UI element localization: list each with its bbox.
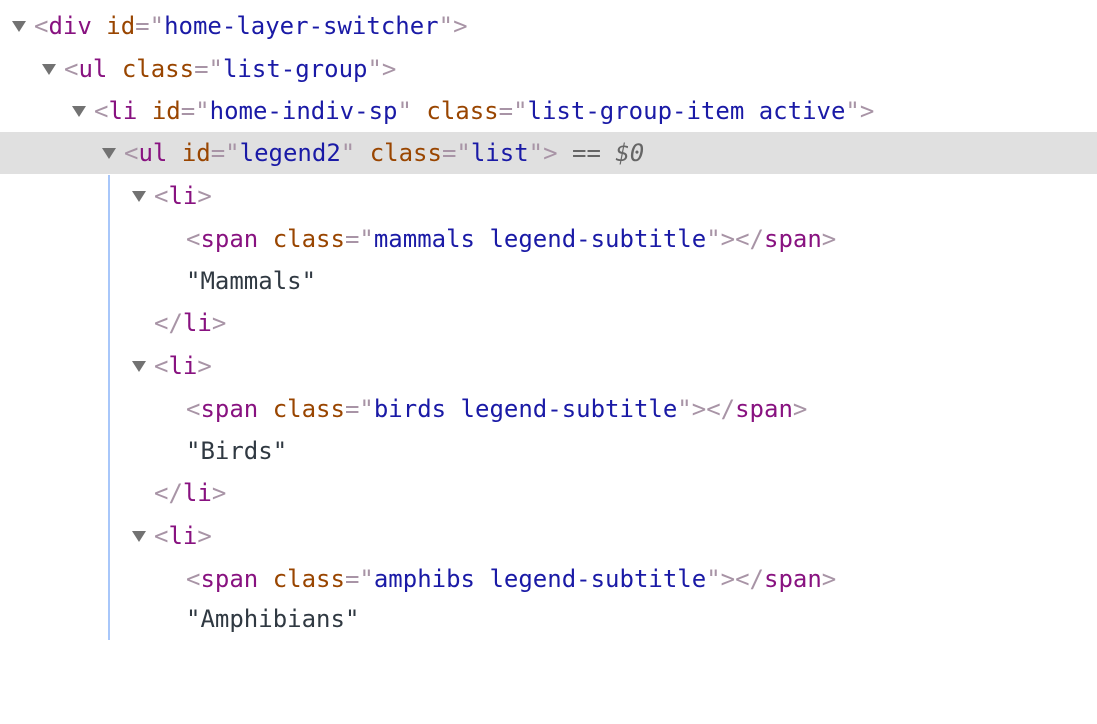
tag-name: li [168, 522, 198, 550]
tree-node-span-birds[interactable]: <span class="birds legend-subtitle"></sp… [0, 388, 1097, 430]
tree-node-ul-legend2-selected[interactable]: <ul id="legend2" class="list"> == $0 [0, 132, 1097, 174]
triangle-down-icon[interactable] [72, 106, 86, 117]
tree-node-li-home-indiv-sp[interactable]: <li id="home-indiv-sp" class="list-group… [0, 90, 1097, 132]
triangle-down-icon[interactable] [102, 148, 116, 159]
node-markup: <li id="home-indiv-sp" class="list-group… [94, 97, 875, 125]
triangle-down-icon[interactable] [132, 361, 146, 372]
tag-name: div [48, 12, 92, 40]
attr-value[interactable]: home-layer-switcher [164, 12, 439, 40]
attr-name: id [181, 139, 211, 167]
attr-name: class [369, 139, 442, 167]
tree-text-node[interactable]: "Birds" [0, 430, 1097, 472]
triangle-down-icon[interactable] [42, 64, 56, 75]
tag-name: li [168, 182, 198, 210]
node-markup: <ul class="list-group"> [64, 55, 397, 83]
tree-node-li[interactable]: <li> [0, 175, 1097, 217]
tree-node-close-li[interactable]: </li> [0, 472, 1097, 514]
triangle-down-icon[interactable] [132, 531, 146, 542]
triangle-down-icon[interactable] [12, 21, 26, 32]
attr-name: id [151, 97, 181, 125]
node-markup: <li> [154, 352, 212, 380]
tree-node-ul-list-group[interactable]: <ul class="list-group"> [0, 48, 1097, 90]
node-markup: <ul id="legend2" class="list"> == $0 [124, 139, 645, 167]
tag-name: li [182, 309, 212, 337]
node-markup: <span class="amphibs legend-subtitle"></… [186, 565, 837, 593]
triangle-down-icon[interactable] [132, 191, 146, 202]
attr-name: class [121, 55, 195, 83]
tag-name: span [200, 395, 259, 423]
tree-text-node[interactable]: "Amphibians" [0, 598, 1097, 640]
elements-tree: <div id="home-layer-switcher"> <ul class… [0, 0, 1097, 640]
attr-value[interactable]: list [471, 139, 529, 167]
tree-text-node[interactable]: "Mammals" [0, 260, 1097, 302]
tag-name: span [735, 395, 793, 423]
attr-name: class [426, 97, 499, 125]
attr-value[interactable]: birds legend-subtitle [374, 395, 677, 423]
tree-node-span-mammals[interactable]: <span class="mammals legend-subtitle"></… [0, 218, 1097, 260]
tree-node-span-amphibs[interactable]: <span class="amphibs legend-subtitle"></… [0, 558, 1097, 600]
tag-name: li [108, 97, 138, 125]
tag-name: span [200, 225, 259, 253]
node-markup: <li> [154, 182, 212, 210]
node-markup: </li> [154, 479, 227, 507]
tag-name: li [168, 352, 198, 380]
tag-name: span [764, 225, 822, 253]
tag-name: li [182, 479, 212, 507]
tree-node-li[interactable]: <li> [0, 515, 1097, 557]
node-markup: <div id="home-layer-switcher"> [34, 12, 468, 40]
attr-name: class [272, 225, 345, 253]
tree-node-div-home-layer-switcher[interactable]: <div id="home-layer-switcher"> [0, 5, 1097, 47]
tree-node-li[interactable]: <li> [0, 345, 1097, 387]
tag-name: span [200, 565, 259, 593]
node-markup: </li> [154, 309, 227, 337]
selected-node-marker: == $0 [572, 139, 645, 167]
node-markup: <span class="mammals legend-subtitle"></… [186, 225, 837, 253]
attr-value[interactable]: mammals legend-subtitle [374, 225, 706, 253]
node-markup: <span class="birds legend-subtitle"></sp… [186, 395, 808, 423]
tree-node-close-li[interactable]: </li> [0, 302, 1097, 344]
text-node-value[interactable]: "Amphibians" [186, 598, 359, 640]
text-node-value[interactable]: "Birds" [186, 430, 287, 472]
attr-value[interactable]: amphibs legend-subtitle [374, 565, 706, 593]
tag-name: ul [78, 55, 108, 83]
attr-name: class [272, 565, 345, 593]
tag-name: span [764, 565, 822, 593]
attr-value[interactable]: home-indiv-sp [210, 97, 398, 125]
text-node-value[interactable]: "Mammals" [186, 260, 316, 302]
attr-name: id [106, 12, 136, 40]
attr-value[interactable]: legend2 [240, 139, 341, 167]
node-markup: <li> [154, 522, 212, 550]
attr-value[interactable]: list-group [223, 55, 368, 83]
attr-name: class [272, 395, 345, 423]
attr-value[interactable]: list-group-item active [528, 97, 846, 125]
tag-name: ul [138, 139, 168, 167]
